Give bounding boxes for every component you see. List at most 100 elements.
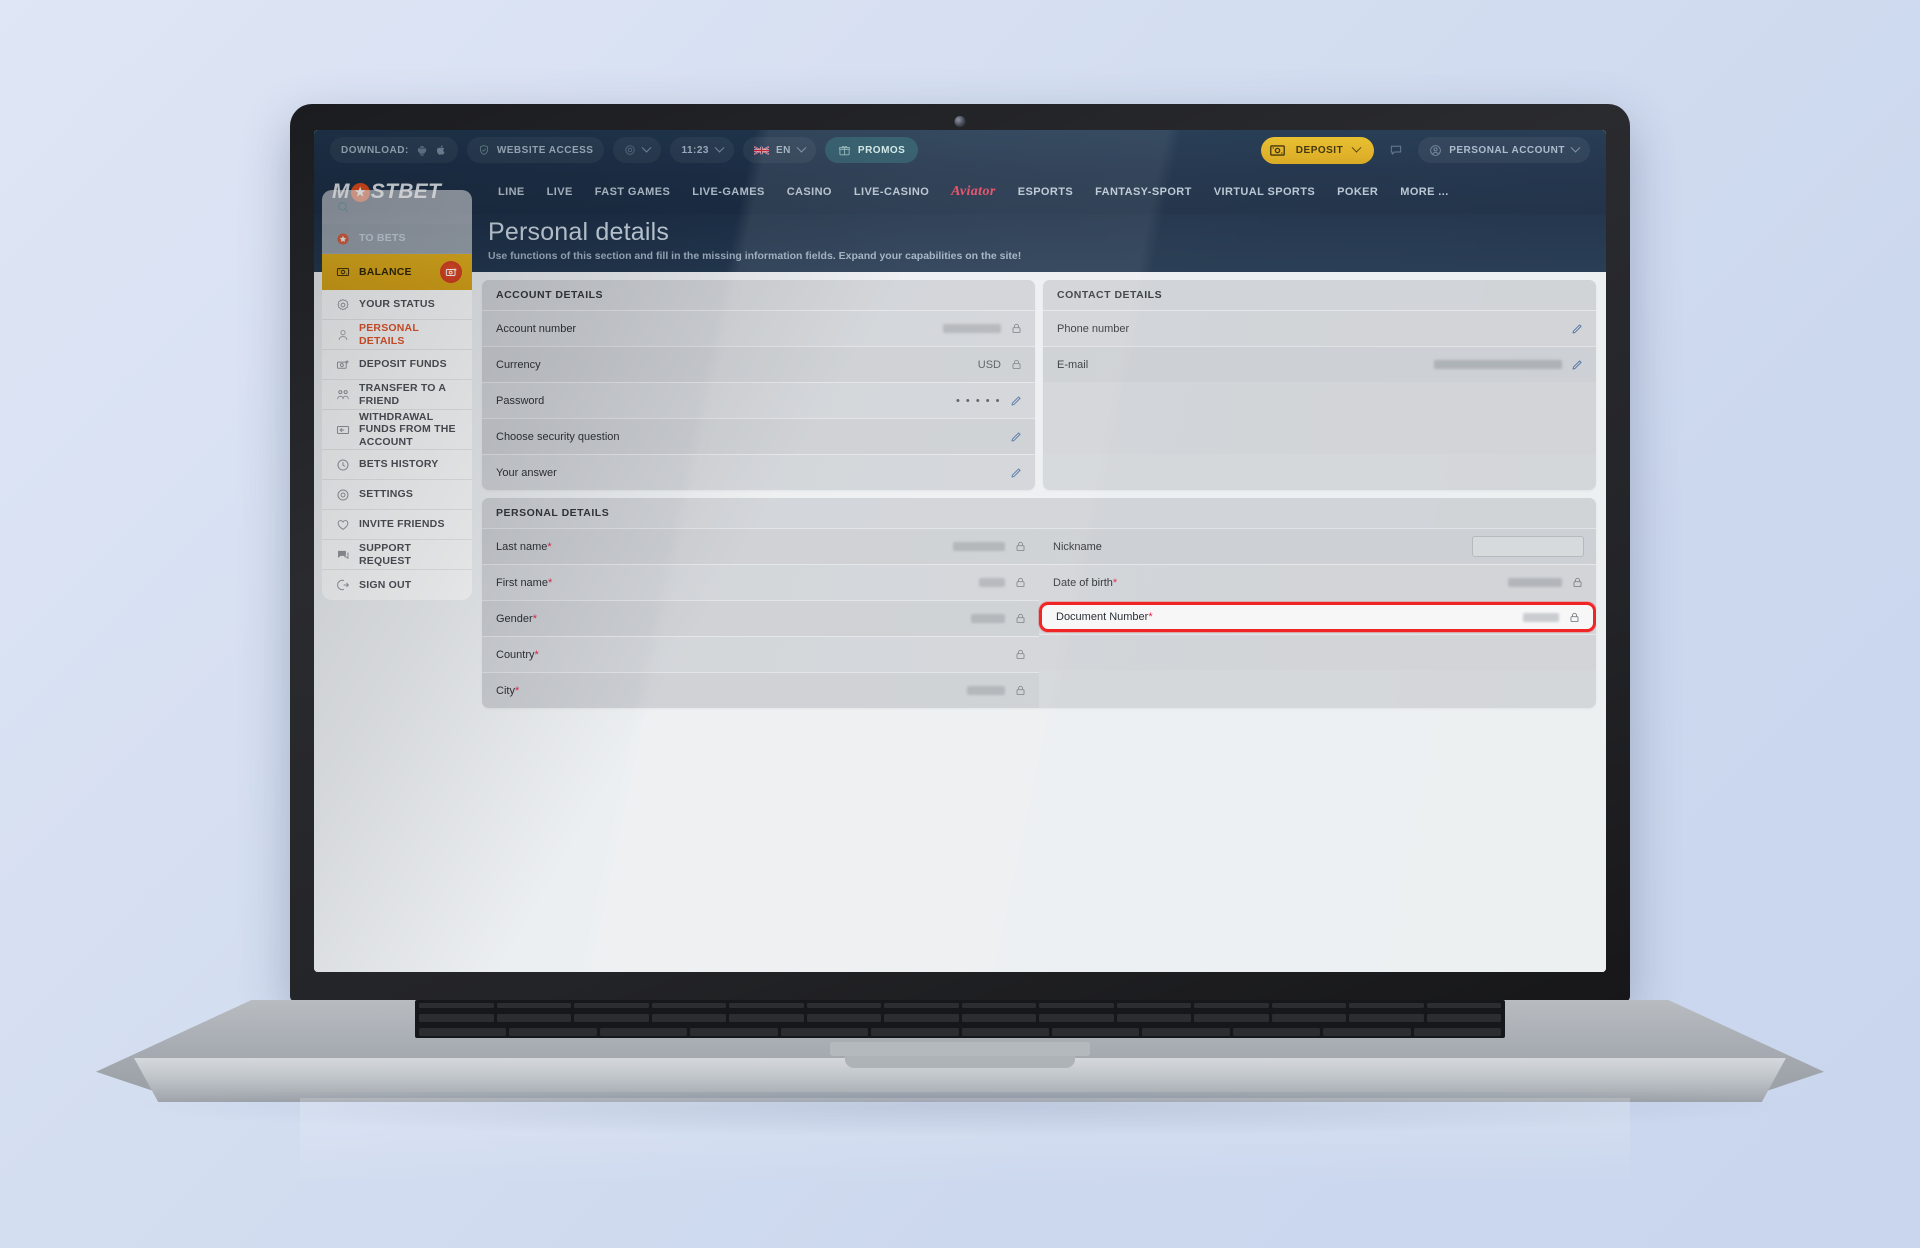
sidebar-item-invite-friends[interactable]: INVITE FRIENDS xyxy=(322,510,472,540)
page-title: Personal details xyxy=(488,218,670,246)
redacted-value xyxy=(943,324,1001,333)
row-nickname[interactable]: Nickname xyxy=(1039,528,1596,564)
key xyxy=(574,1003,649,1008)
required-marker: * xyxy=(547,576,553,589)
theme-toggle[interactable] xyxy=(613,137,662,163)
sidebar-item-balance[interactable]: BALANCE xyxy=(322,254,472,290)
nickname-input[interactable] xyxy=(1472,536,1584,557)
money-icon xyxy=(1269,144,1285,156)
pencil-icon[interactable] xyxy=(1571,358,1584,371)
android-icon[interactable] xyxy=(416,144,428,156)
sidebar-item-settings[interactable]: SETTINGS xyxy=(322,480,472,510)
field-label: Document Number* xyxy=(1056,611,1153,623)
pencil-icon[interactable] xyxy=(1010,430,1023,443)
browser-screen: DOWNLOAD: WEBSITE ACCESS 11:23 EN PROMOS… xyxy=(314,130,1606,972)
keyboard-row xyxy=(415,1025,1505,1038)
chevron-down-icon xyxy=(1351,142,1362,153)
sidebar-item-to-bets[interactable]: TO BETS xyxy=(322,224,472,254)
personal-details-heading: PERSONAL DETAILS xyxy=(482,498,1596,528)
laptop-notch xyxy=(845,1056,1075,1068)
chat-button[interactable] xyxy=(1383,137,1409,163)
redacted-value xyxy=(979,578,1005,587)
row-security-question[interactable]: Choose security question xyxy=(482,418,1035,454)
top-bar: DOWNLOAD: WEBSITE ACCESS 11:23 EN PROMOS… xyxy=(314,130,1606,170)
pencil-icon[interactable] xyxy=(1010,394,1023,407)
nav-item-poker[interactable]: POKER xyxy=(1337,186,1378,198)
key xyxy=(1142,1028,1230,1036)
nav-item-casino[interactable]: CASINO xyxy=(787,186,832,198)
nav-item-live-games[interactable]: LIVE-GAMES xyxy=(692,186,764,198)
nav-item-line[interactable]: LINE xyxy=(498,186,525,198)
sidebar-item-bets-history[interactable]: BETS HISTORY xyxy=(322,450,472,480)
row-country[interactable]: Country* xyxy=(482,636,1039,672)
sidebar-label: TO BETS xyxy=(359,232,406,245)
sidebar-item-support-request[interactable]: SUPPORT REQUEST xyxy=(322,540,472,570)
row-date-of-birth[interactable]: Date of birth* xyxy=(1039,564,1596,600)
row-gender[interactable]: Gender* xyxy=(482,600,1039,636)
sidebar-label: SUPPORT REQUEST xyxy=(359,542,412,567)
lock-icon xyxy=(1573,577,1582,588)
key xyxy=(1271,1003,1346,1008)
row-city[interactable]: City* xyxy=(482,672,1039,708)
nav-item-esports[interactable]: ESPORTS xyxy=(1018,186,1073,198)
pencil-icon[interactable] xyxy=(1571,322,1584,335)
sidebar-search[interactable] xyxy=(322,190,472,224)
time-label: 11:23 xyxy=(681,144,709,156)
sidebar-label: YOUR STATUS xyxy=(359,298,435,311)
row-phone-number[interactable]: Phone number xyxy=(1043,310,1596,346)
row-document-number[interactable]: Document Number* xyxy=(1039,602,1596,632)
row-first-name[interactable]: First name* xyxy=(482,564,1039,600)
row-password[interactable]: Password • • • • • xyxy=(482,382,1035,418)
nav-item-more[interactable]: MORE ... xyxy=(1400,186,1448,198)
apple-icon[interactable] xyxy=(435,144,447,156)
sidebar-item-transfer-to-a-friend[interactable]: TRANSFER TO A FRIEND xyxy=(322,380,472,410)
key xyxy=(871,1028,959,1036)
row-currency[interactable]: Currency USD xyxy=(482,346,1035,382)
row-your-answer[interactable]: Your answer xyxy=(482,454,1035,490)
key xyxy=(1413,1028,1502,1036)
nav-item-live-casino[interactable]: LIVE-CASINO xyxy=(854,186,929,198)
sidebar-label: TRANSFER TO A FRIEND xyxy=(359,382,446,407)
key xyxy=(1323,1028,1411,1036)
nav-item-live[interactable]: LIVE xyxy=(547,186,573,198)
deposit-button[interactable]: DEPOSIT xyxy=(1260,136,1375,164)
row-last-name[interactable]: Last name* xyxy=(482,528,1039,564)
nav-item-virtual-sports[interactable]: VIRTUAL SPORTS xyxy=(1214,186,1315,198)
website-access-group[interactable]: WEBSITE ACCESS xyxy=(466,137,605,163)
time-selector[interactable]: 11:23 xyxy=(670,137,734,163)
lock-icon xyxy=(1016,577,1025,588)
logout-icon xyxy=(337,579,350,591)
keyboard-row xyxy=(415,1000,1505,1011)
nav-item-aviator[interactable]: Aviator xyxy=(951,184,996,200)
uk-flag-icon xyxy=(754,145,769,155)
contact-panel-filler xyxy=(1043,382,1596,454)
row-account-number[interactable]: Account number xyxy=(482,310,1035,346)
nav-item-fantasy-sport[interactable]: FANTASY-SPORT xyxy=(1095,186,1192,198)
star-icon xyxy=(337,232,349,245)
sidebar-item-sign-out[interactable]: SIGN OUT xyxy=(322,570,472,600)
sidebar-label: PERSONAL DETAILS xyxy=(359,322,419,347)
language-selector[interactable]: EN xyxy=(743,137,816,163)
sidebar-label: BETS HISTORY xyxy=(359,458,439,471)
deposit-badge-button[interactable] xyxy=(440,261,462,283)
money-plus-icon xyxy=(445,267,456,276)
sidebar-item-your-status[interactable]: YOUR STATUS xyxy=(322,290,472,320)
promos-button[interactable]: PROMOS xyxy=(824,137,919,163)
chevron-down-icon xyxy=(642,142,652,153)
required-marker: * xyxy=(532,612,537,625)
field-label: Nickname xyxy=(1053,540,1102,553)
key xyxy=(496,1014,571,1022)
nav-item-fast-games[interactable]: FAST GAMES xyxy=(595,186,671,198)
row-email[interactable]: E-mail xyxy=(1043,346,1596,382)
field-label: Date of birth* xyxy=(1053,576,1118,589)
sidebar-item-personal-details[interactable]: PERSONAL DETAILS xyxy=(322,320,472,350)
redacted-value xyxy=(953,542,1005,551)
sidebar-label: WITHDRAWAL FUNDS FROM THE ACCOUNT xyxy=(359,411,456,448)
sidebar-item-deposit-funds[interactable]: DEPOSIT FUNDS xyxy=(322,350,472,380)
pencil-icon[interactable] xyxy=(1010,466,1023,479)
personal-account-menu[interactable]: PERSONAL ACCOUNT xyxy=(1418,137,1590,163)
key xyxy=(961,1028,1049,1036)
sidebar-item-withdrawal-funds[interactable]: WITHDRAWAL FUNDS FROM THE ACCOUNT xyxy=(322,410,472,450)
key xyxy=(574,1014,649,1022)
required-marker: * xyxy=(1112,576,1118,589)
